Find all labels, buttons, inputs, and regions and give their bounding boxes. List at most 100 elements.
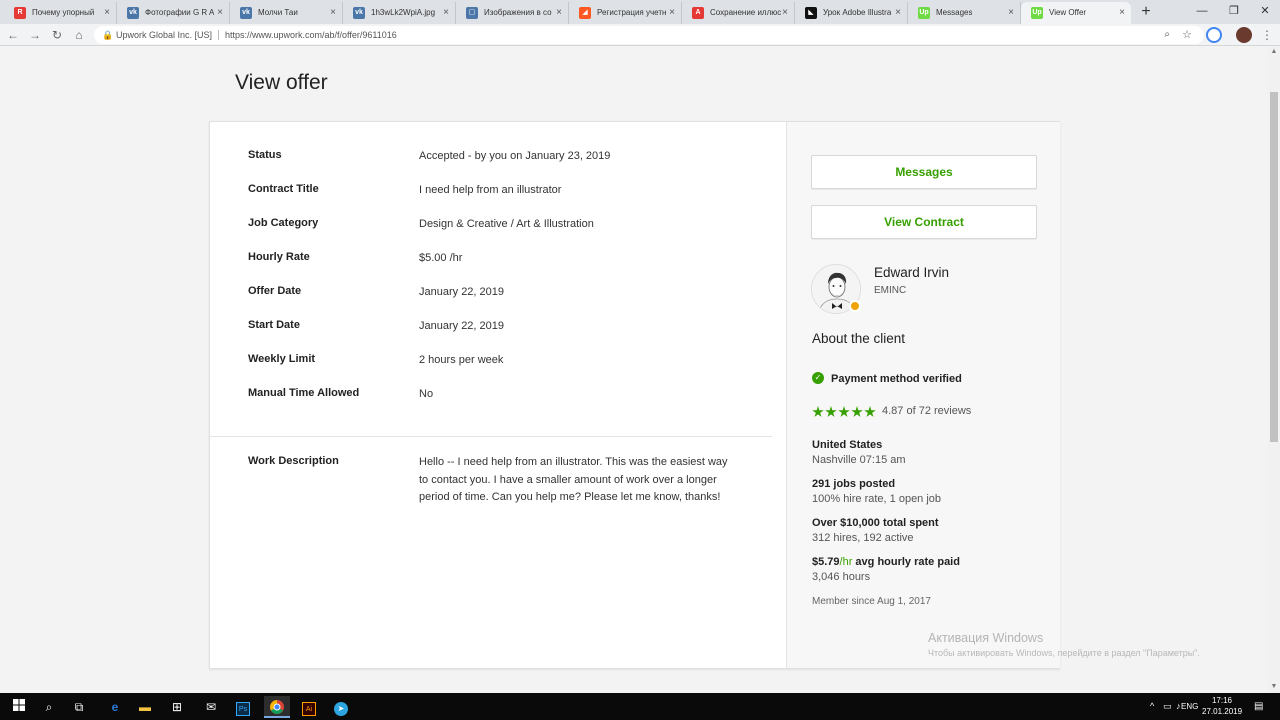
browser-tab-bar: R Почему упорный × vk Фотографии G R A ×… (0, 0, 1280, 24)
detail-value: Accepted - by you on January 23, 2019 (419, 150, 611, 162)
page-title: View offer (235, 71, 328, 94)
detail-row-weekly-limit: Weekly Limit 2 hours per week (248, 353, 748, 373)
star-icon (838, 406, 850, 417)
star-icon (812, 406, 824, 417)
browser-tab[interactable]: vk Фотографии G R A × (117, 2, 230, 24)
detail-label: Hourly Rate (248, 251, 310, 263)
tab-close-icon[interactable]: × (443, 2, 449, 24)
address-bar[interactable]: 🔒 Upwork Global Inc. [US] https://www.up… (94, 26, 1204, 44)
site-identity: Upwork Global Inc. [US] (116, 30, 213, 40)
close-window-icon[interactable]: ✕ (1250, 0, 1280, 22)
detail-value: January 22, 2019 (419, 320, 505, 332)
tab-title: Почему упорный (32, 8, 95, 17)
bookmark-star-icon[interactable]: ☆ (1182, 26, 1192, 44)
watermark-title: Активация Windows (928, 631, 1044, 645)
work-description-label: Work Description (248, 455, 339, 467)
tab-close-icon[interactable]: × (330, 2, 336, 24)
windows-taskbar: ⌕ ⧉ e ▬ ⊞ ✉ Ps Ai ➤ ^ ▭ ♪ ENG 17:16 27.0… (0, 693, 1280, 720)
tab-close-icon[interactable]: × (1008, 2, 1014, 24)
mail-icon[interactable]: ✉ (200, 696, 222, 718)
file-explorer-icon[interactable]: ▬ (134, 696, 156, 718)
scrollbar-thumb[interactable] (1270, 92, 1278, 442)
home-icon[interactable]: ⌂ (70, 26, 88, 44)
messages-button[interactable]: Messages (811, 155, 1037, 189)
extension-icon[interactable] (1206, 27, 1222, 43)
tab-close-icon[interactable]: × (556, 2, 562, 24)
volume-icon[interactable]: ♪ (1176, 693, 1181, 720)
minimize-icon[interactable]: — (1187, 0, 1217, 22)
reload-icon[interactable]: ↻ (48, 26, 66, 44)
input-language[interactable]: ENG (1181, 693, 1198, 720)
illustrator-icon[interactable]: Ai (298, 696, 320, 718)
browser-tab-active[interactable]: Up View Offer × (1021, 2, 1131, 24)
client-company: EMINC (874, 285, 907, 296)
browser-tab[interactable]: Up Messages × (908, 2, 1021, 24)
tab-close-icon[interactable]: × (104, 2, 110, 24)
section-divider (210, 436, 772, 437)
photoshop-icon[interactable]: Ps (232, 696, 254, 718)
detail-value: 2 hours per week (419, 354, 504, 366)
browser-toolbar: ← → ↻ ⌂ 🔒 Upwork Global Inc. [US] https:… (0, 24, 1280, 46)
avg-rate-unit: /hr (839, 556, 853, 568)
browser-tab[interactable]: ◣ Урок Adobe Illustra × (795, 2, 908, 24)
scroll-up-icon[interactable]: ▲ (1268, 46, 1280, 58)
browser-tab[interactable]: vk 1h3wLk2WpiA.jpg × (343, 2, 456, 24)
star-icon (851, 406, 863, 417)
tab-close-icon[interactable]: × (782, 2, 788, 24)
vk-favicon-icon: vk (127, 7, 139, 19)
windows-activation-watermark: Активация Windows Чтобы активировать Win… (928, 631, 1200, 658)
tab-close-icon[interactable]: × (217, 2, 223, 24)
tab-close-icon[interactable]: × (669, 2, 675, 24)
maximize-icon[interactable]: ❐ (1219, 0, 1249, 22)
page-scrollbar[interactable]: ▲ ▼ (1268, 46, 1280, 693)
browser-tab[interactable]: ▢ Изображения в со × (456, 2, 569, 24)
edge-browser-icon[interactable]: e (104, 696, 126, 718)
chrome-icon[interactable] (264, 696, 290, 718)
store-icon[interactable]: ⊞ (166, 696, 188, 718)
windows-start-icon[interactable] (8, 696, 30, 718)
zoom-icon[interactable]: ⌕ (1164, 26, 1170, 44)
url-text[interactable]: https://www.upwork.com/ab/f/offer/961101… (225, 26, 397, 44)
notifications-icon[interactable]: ▤ (1254, 693, 1263, 720)
browser-tab[interactable]: R Почему упорный × (4, 2, 117, 24)
online-status-indicator (849, 300, 861, 312)
tab-title: Сохранение иллюс (710, 8, 782, 17)
avg-hourly-rate: $5.79/hr avg hourly rate paid (812, 556, 960, 568)
detail-row-hourly-rate: Hourly Rate $5.00 /hr (248, 251, 748, 271)
detail-value: I need help from an illustrator (419, 184, 562, 196)
tab-close-icon[interactable]: × (895, 2, 901, 24)
back-icon[interactable]: ← (4, 26, 22, 44)
forward-icon[interactable]: → (26, 26, 44, 44)
tab-title: Регистрация учетн (597, 8, 667, 17)
browser-tab[interactable]: ◢ Регистрация учетн × (569, 2, 682, 24)
offer-details: Status Accepted - by you on January 23, … (210, 122, 786, 668)
hires-count: 312 hires, 192 active (812, 532, 914, 544)
check-circle-icon: ✓ (812, 372, 824, 384)
search-icon[interactable]: ⌕ (38, 696, 60, 718)
tray-chevron-icon[interactable]: ^ (1150, 693, 1154, 720)
site-favicon-icon: ◢ (579, 7, 591, 19)
menu-icon[interactable]: ⋮ (1258, 26, 1276, 44)
profile-avatar-icon[interactable] (1236, 27, 1252, 43)
scroll-down-icon[interactable]: ▼ (1268, 681, 1280, 693)
detail-row-job-category: Job Category Design & Creative / Art & I… (248, 217, 748, 237)
new-tab-button[interactable]: + (1137, 3, 1155, 21)
detail-label: Status (248, 149, 282, 161)
network-icon[interactable]: ▭ (1163, 693, 1172, 720)
telegram-icon[interactable]: ➤ (330, 696, 352, 718)
hire-rate: 100% hire rate, 1 open job (812, 493, 942, 505)
tab-title: Изображения в со (484, 8, 552, 17)
page-viewport: View offer Status Accepted - by you on J… (0, 46, 1268, 693)
clock-time: 17:16 (1211, 696, 1233, 705)
view-contract-button[interactable]: View Contract (811, 205, 1037, 239)
site-favicon-icon: R (14, 7, 26, 19)
client-location-time: Nashville 07:15 am (812, 454, 906, 466)
task-view-icon[interactable]: ⧉ (68, 696, 90, 718)
detail-value: January 22, 2019 (419, 286, 505, 298)
browser-tab[interactable]: vk Молчи Таи × (230, 2, 343, 24)
tab-close-icon[interactable]: × (1119, 2, 1125, 24)
browser-tab[interactable]: A Сохранение иллюс × (682, 2, 795, 24)
system-clock[interactable]: 17:16 27.01.2019 (1202, 695, 1242, 717)
client-rating: 4.87 of 72 reviews (812, 405, 971, 423)
lock-icon: 🔒 (102, 30, 114, 40)
